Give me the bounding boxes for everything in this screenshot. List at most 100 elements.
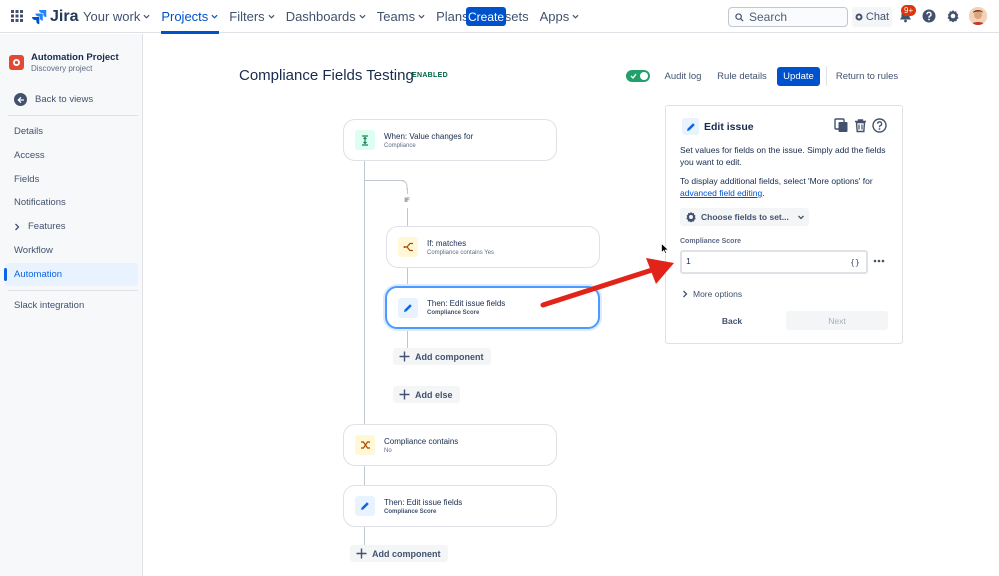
compliance-score-label: Compliance Score: [680, 238, 742, 245]
return-to-rules-button[interactable]: Return to rules: [833, 67, 901, 86]
page-title: Compliance Fields Testing: [239, 67, 414, 84]
chevron-down-icon: [211, 14, 218, 19]
sidebar-item-notifications[interactable]: Notifications: [5, 191, 138, 214]
help-icon[interactable]: [922, 9, 936, 23]
rule-enabled-toggle[interactable]: [626, 70, 650, 82]
nav-label: Filters: [229, 9, 265, 24]
node-subtitle: Compliance: [384, 142, 416, 149]
sidebar-item-slack[interactable]: Slack integration: [5, 294, 138, 317]
nav-apps[interactable]: Apps: [540, 0, 585, 33]
trigger-node[interactable]: When: Value changes for Compliance: [343, 119, 557, 161]
add-component-button[interactable]: Add component: [393, 348, 491, 365]
more-actions-icon[interactable]: [873, 259, 885, 263]
app-switcher-icon[interactable]: [11, 10, 23, 22]
condition-node[interactable]: If: matches Compliance contains Yes: [386, 226, 600, 268]
nav-teams[interactable]: Teams: [377, 0, 430, 33]
nav-label: Projects: [161, 9, 209, 24]
sidebar-item-features[interactable]: Features: [5, 215, 138, 238]
shuffle-branch-icon: [355, 435, 375, 455]
description-text: Set values for fields on the issue. Simp…: [680, 145, 886, 167]
jira-logo-text: Jira: [50, 8, 79, 25]
check-icon: [630, 73, 637, 79]
settings-gear-icon[interactable]: [946, 9, 960, 23]
copy-icon[interactable]: [834, 118, 849, 133]
pencil-icon: [682, 118, 699, 135]
nav-label: Plans: [436, 9, 469, 24]
nav-label: Your work: [83, 9, 141, 24]
arrow-left-icon: [14, 93, 27, 106]
flow-connector: [364, 161, 365, 424]
add-component-button-bottom[interactable]: Add component: [350, 545, 448, 562]
edit-issue-panel: Edit issue Set values for fields on the …: [665, 105, 903, 344]
sidebar-divider: [8, 115, 138, 116]
flow-connector: [407, 268, 408, 286]
next-button[interactable]: Next: [786, 311, 888, 330]
back-to-views-link[interactable]: Back to views: [14, 93, 93, 106]
jira-logo[interactable]: Jira: [31, 8, 78, 26]
sidebar-item-label: Slack integration: [14, 300, 85, 311]
create-button[interactable]: Create: [466, 7, 506, 26]
add-else-label: Add else: [415, 389, 453, 400]
search-input[interactable]: [749, 10, 839, 24]
nav-filters[interactable]: Filters: [229, 0, 279, 33]
user-avatar[interactable]: [969, 7, 987, 25]
smart-value-button[interactable]: {}: [846, 254, 864, 270]
sidebar-item-access[interactable]: Access: [5, 144, 138, 167]
choose-fields-dropdown[interactable]: Choose fields to set...: [680, 208, 809, 226]
rule-details-button[interactable]: Rule details: [714, 67, 770, 86]
search-box[interactable]: [728, 7, 848, 27]
trash-icon[interactable]: [853, 118, 868, 133]
flow-connector: [364, 527, 365, 545]
advanced-field-editing-link[interactable]: advanced field editing: [680, 188, 762, 198]
node-subtitle: No: [384, 447, 392, 454]
add-component-label: Add component: [415, 351, 484, 362]
choose-fields-label: Choose fields to set...: [701, 212, 789, 222]
project-type: Discovery project: [31, 64, 93, 73]
node-subtitle: Compliance contains Yes: [427, 249, 495, 256]
description-text: .: [762, 188, 765, 198]
node-title: Then: Edit issue fields: [384, 497, 463, 507]
chat-label: Chat: [865, 11, 890, 23]
compliance-score-input[interactable]: [686, 256, 836, 266]
chevron-down-icon: [418, 14, 425, 19]
sidebar-item-automation[interactable]: Automation: [4, 263, 138, 286]
if-branch-label: IF: [400, 194, 414, 208]
node-title: Compliance contains: [384, 436, 459, 446]
sidebar-item-details[interactable]: Details: [5, 120, 138, 143]
mouse-cursor-icon: [661, 243, 669, 254]
nav-your-work[interactable]: Your work: [83, 0, 155, 33]
project-header[interactable]: Automation Project Discovery project: [9, 52, 119, 73]
back-button[interactable]: Back: [686, 311, 778, 330]
update-button[interactable]: Update: [777, 67, 820, 86]
notification-badge: 9+: [901, 5, 917, 16]
node-title: When: Value changes for: [384, 131, 474, 141]
audit-log-button[interactable]: Audit log: [659, 67, 707, 86]
sidebar-item-label: Features: [28, 221, 66, 232]
description-text: To display additional fields, select 'Mo…: [680, 176, 873, 186]
nav-label: Apps: [539, 9, 570, 24]
sidebar-item-label: Workflow: [14, 245, 53, 256]
sidebar-item-fields[interactable]: Fields: [5, 168, 138, 191]
nav-projects[interactable]: Projects: [161, 0, 223, 34]
chevron-right-icon: [15, 223, 20, 230]
chevron-down-icon: [572, 14, 579, 19]
action-node-selected[interactable]: Then: Edit issue fields Compliance Score: [385, 286, 600, 329]
project-avatar-icon: [9, 55, 24, 70]
sidebar-item-label: Automation: [14, 269, 63, 280]
sidebar-item-label: Fields: [14, 174, 40, 185]
condition-node-2[interactable]: Compliance contains No: [343, 424, 557, 466]
status-badge: ENABLED: [412, 72, 448, 79]
plus-icon: [399, 389, 410, 400]
sidebar-divider: [8, 290, 138, 291]
top-navigation-bar: Jira Your work Projects Filters Dashboar…: [0, 0, 999, 34]
nav-dashboards[interactable]: Dashboards: [286, 0, 371, 33]
add-else-button[interactable]: Add else: [393, 386, 460, 403]
action-node-2[interactable]: Then: Edit issue fields Compliance Score: [343, 485, 557, 527]
sidebar-item-workflow[interactable]: Workflow: [5, 239, 138, 262]
help-icon[interactable]: [872, 118, 887, 133]
pencil-icon: [355, 496, 375, 516]
chevron-right-icon: [683, 290, 688, 298]
compliance-score-field[interactable]: {}: [680, 250, 868, 274]
more-options-toggle[interactable]: More options: [682, 289, 742, 299]
chat-button[interactable]: Chat: [852, 7, 892, 27]
